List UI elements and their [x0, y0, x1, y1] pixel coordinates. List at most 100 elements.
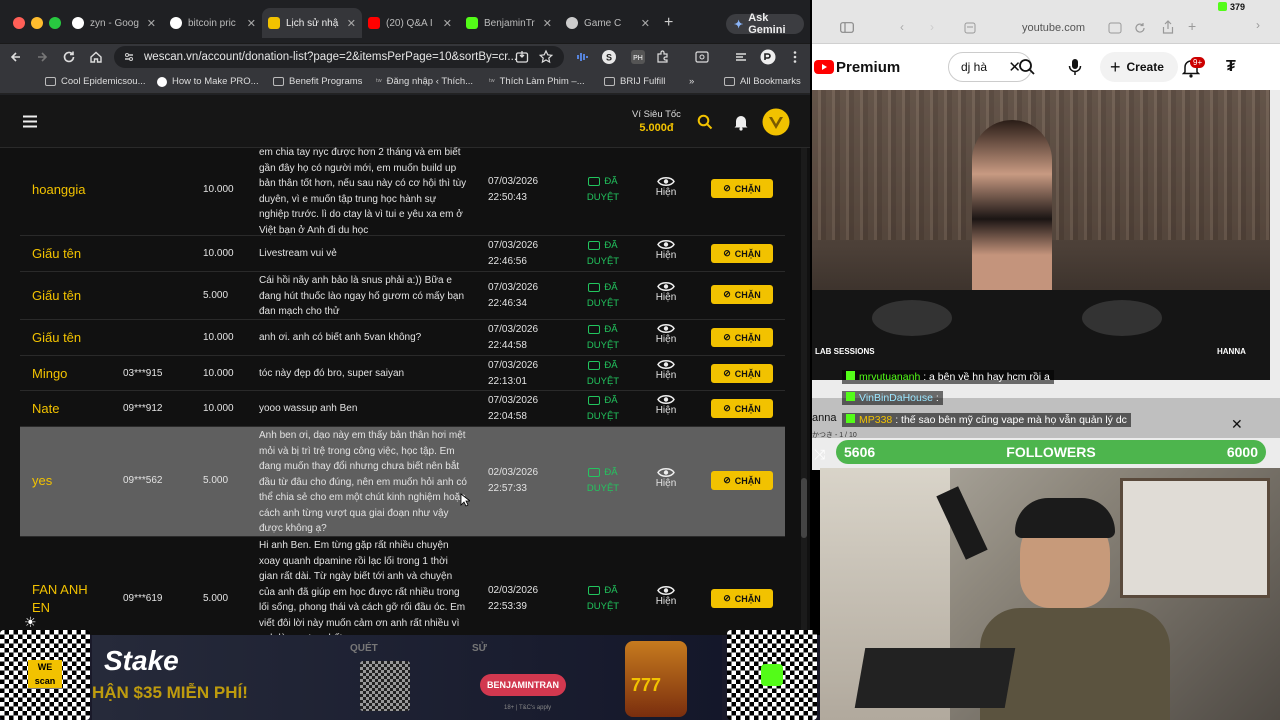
- reload-icon[interactable]: [61, 49, 77, 65]
- back-icon[interactable]: [8, 49, 24, 65]
- visibility-toggle[interactable]: Hiện: [653, 467, 679, 489]
- tab-youtube-qa[interactable]: (20) Q&A I ✕: [362, 12, 458, 34]
- donor-name: Mingo: [32, 366, 68, 381]
- site-settings-icon[interactable]: [123, 51, 135, 63]
- close-chat-icon[interactable]: ✕: [1231, 416, 1243, 433]
- back-icon[interactable]: ‹: [900, 20, 904, 34]
- ban-button[interactable]: ⊘ CHẶN: [711, 285, 773, 304]
- reload-icon[interactable]: [1134, 22, 1146, 34]
- close-tab-icon[interactable]: ✕: [543, 17, 552, 30]
- search-icon[interactable]: [1018, 58, 1036, 76]
- video-player[interactable]: LAB SESSIONS HANNA: [812, 90, 1270, 380]
- ban-button[interactable]: ⊘ CHẶN: [711, 364, 773, 383]
- status-line1: ĐÃ: [604, 585, 618, 596]
- time: 22:46:34: [488, 298, 527, 309]
- maximize-window-button[interactable]: [49, 17, 61, 29]
- bookmark-item[interactable]: ᵗʷ Đăng nhập ‹ Thích...: [376, 76, 473, 87]
- close-tab-icon[interactable]: ✕: [347, 17, 356, 30]
- tab-bitcoin[interactable]: bitcoin pric ✕: [164, 12, 262, 34]
- new-tab-button[interactable]: +: [664, 14, 673, 32]
- ban-button[interactable]: ⊘ CHẶN: [711, 589, 773, 608]
- close-tab-icon[interactable]: ✕: [147, 17, 156, 30]
- create-button[interactable]: + Create: [1100, 52, 1178, 82]
- close-window-button[interactable]: [13, 17, 25, 29]
- notification-bell-icon[interactable]: [733, 113, 749, 131]
- ask-gemini-button[interactable]: ✦ Ask Gemini: [726, 12, 804, 36]
- visibility-toggle[interactable]: Hiện: [653, 359, 679, 381]
- ban-button[interactable]: ⊘ CHẶN: [711, 399, 773, 418]
- premium-logo-text[interactable]: Premium: [836, 59, 900, 76]
- date: 07/03/2026: [488, 324, 539, 335]
- ban-button[interactable]: ⊘ CHẶN: [711, 179, 773, 198]
- bookmark-item[interactable]: BRIJ Fulfill: [604, 76, 665, 87]
- visibility-toggle[interactable]: Hiện: [653, 394, 679, 416]
- close-tab-icon[interactable]: ✕: [641, 17, 650, 30]
- profile-avatar-icon[interactable]: [760, 49, 776, 65]
- new-tab-button[interactable]: +: [1188, 18, 1196, 34]
- tab-kick-benjamin[interactable]: BenjaminTr ✕: [460, 12, 558, 34]
- account-avatar-icon[interactable]: ₮: [1226, 58, 1236, 76]
- visibility-toggle[interactable]: Hiện: [653, 281, 679, 303]
- ban-button[interactable]: ⊘ CHẶN: [711, 471, 773, 490]
- forward-icon[interactable]: ›: [930, 20, 934, 34]
- visibility-toggle[interactable]: Hiện: [653, 585, 679, 607]
- bookmark-item[interactable]: Benefit Programs: [273, 76, 362, 87]
- hamburger-menu-icon[interactable]: [22, 115, 38, 128]
- visibility-toggle[interactable]: Hiện: [653, 176, 679, 198]
- theme-toggle-icon[interactable]: ☀: [24, 614, 37, 631]
- bookmark-item[interactable]: ᵗʷ Thích Làm Phim –...: [489, 76, 585, 87]
- visibility-toggle[interactable]: Hiện: [653, 239, 679, 261]
- ban-button[interactable]: ⊘ CHẶN: [711, 244, 773, 263]
- safari-address[interactable]: youtube.com: [1022, 22, 1085, 34]
- home-icon[interactable]: [88, 49, 104, 65]
- vip-badge-icon[interactable]: [761, 108, 791, 136]
- svg-text:PH: PH: [633, 55, 643, 62]
- youtube-logo-icon[interactable]: [814, 60, 834, 74]
- translate-icon[interactable]: [1108, 22, 1122, 34]
- donation-message: Anh ben ơi, dạo này em thấy bản thân hơi…: [259, 430, 467, 534]
- mouse-cursor-icon: [460, 493, 470, 507]
- extension-s-icon[interactable]: S: [601, 49, 617, 65]
- bookmark-star-icon[interactable]: [538, 49, 554, 65]
- tab-groups-icon[interactable]: [733, 49, 749, 65]
- tab-game[interactable]: Game C ✕: [560, 12, 656, 34]
- table-row[interactable]: yes 09***562 5.000 Anh ben ơi, dạo này e…: [20, 427, 785, 537]
- bookmark-item[interactable]: How to Make PRO...: [157, 76, 259, 87]
- visibility-toggle[interactable]: Hiện: [653, 323, 679, 345]
- voice-search-icon[interactable]: [1068, 58, 1082, 76]
- tab-donation-history[interactable]: Lịch sử nhậ ✕: [262, 8, 362, 38]
- search-tabs-icon[interactable]: [694, 49, 710, 65]
- chat-message: MP338 : thế sao bên mỹ cũng vape mà họ v…: [842, 413, 1131, 427]
- extension-ph-icon[interactable]: PH: [630, 49, 646, 65]
- date: 02/03/2026: [488, 585, 539, 596]
- tab-zyn[interactable]: zyn - Goog ✕: [66, 12, 162, 34]
- donation-datetime: 07/03/2026 22:46:56: [488, 238, 538, 270]
- address-bar[interactable]: wescan.vn/account/donation-list?page=2&i…: [114, 46, 564, 68]
- ban-label: CHẶN: [734, 332, 761, 343]
- scrollbar-thumb[interactable]: [801, 478, 807, 538]
- kick-icon: [466, 17, 478, 29]
- page-menu-icon[interactable]: [964, 22, 976, 34]
- ban-button[interactable]: ⊘ CHẶN: [711, 328, 773, 347]
- all-bookmarks[interactable]: All Bookmarks: [724, 76, 801, 87]
- chat-username: VinBinDaHouse: [859, 392, 933, 404]
- block-icon: ⊘: [723, 403, 731, 413]
- page-scrollbar[interactable]: [801, 148, 807, 635]
- extensions-puzzle-icon[interactable]: [655, 49, 671, 65]
- tab-overview-icon[interactable]: ›: [1256, 18, 1260, 32]
- close-tab-icon[interactable]: ✕: [247, 17, 256, 30]
- close-tab-icon[interactable]: ✕: [443, 17, 452, 30]
- wallet-balance[interactable]: Ví Siêu Tốc 5.000đ: [632, 109, 681, 134]
- donor-name: Giấu tên: [32, 288, 82, 303]
- sidebar-toggle-icon[interactable]: [840, 22, 854, 33]
- minimize-window-button[interactable]: [31, 17, 43, 29]
- chrome-menu-icon[interactable]: [787, 49, 803, 65]
- forward-icon[interactable]: [34, 49, 50, 65]
- search-icon[interactable]: [697, 114, 713, 130]
- share-icon[interactable]: [1162, 20, 1174, 34]
- install-app-icon[interactable]: [514, 49, 530, 65]
- bookmarks-overflow[interactable]: »: [689, 76, 694, 87]
- bookmark-item[interactable]: Cool Epidemicsou...: [45, 76, 145, 87]
- audio-extension-icon[interactable]: [574, 49, 590, 65]
- time: 22:46:56: [488, 256, 527, 267]
